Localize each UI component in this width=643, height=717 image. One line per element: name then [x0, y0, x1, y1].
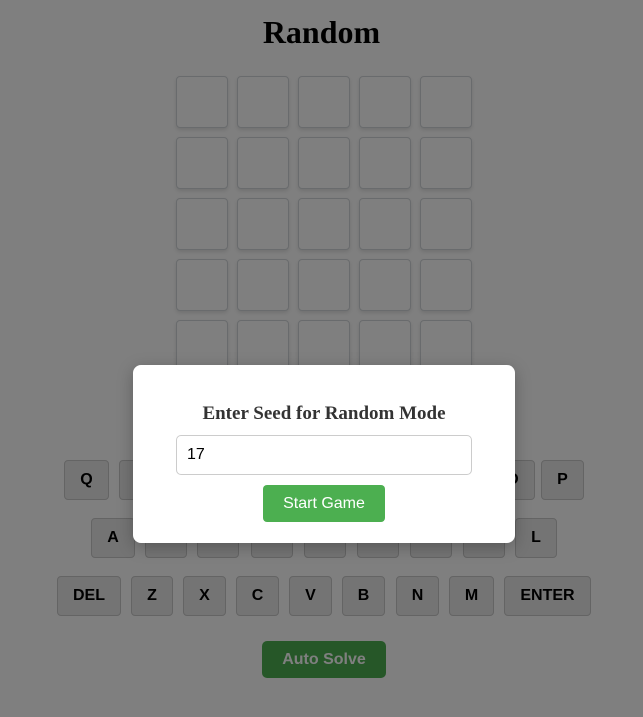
seed-input[interactable]	[176, 435, 472, 475]
start-game-button[interactable]: Start Game	[263, 485, 385, 522]
modal-overlay	[0, 0, 643, 717]
page: Random QWERTYUIOP ASDFGHJKL DELZXCVBNMEN…	[0, 0, 643, 717]
modal-title: Enter Seed for Random Mode	[202, 403, 446, 424]
seed-modal: Enter Seed for Random Mode Start Game	[133, 365, 515, 543]
